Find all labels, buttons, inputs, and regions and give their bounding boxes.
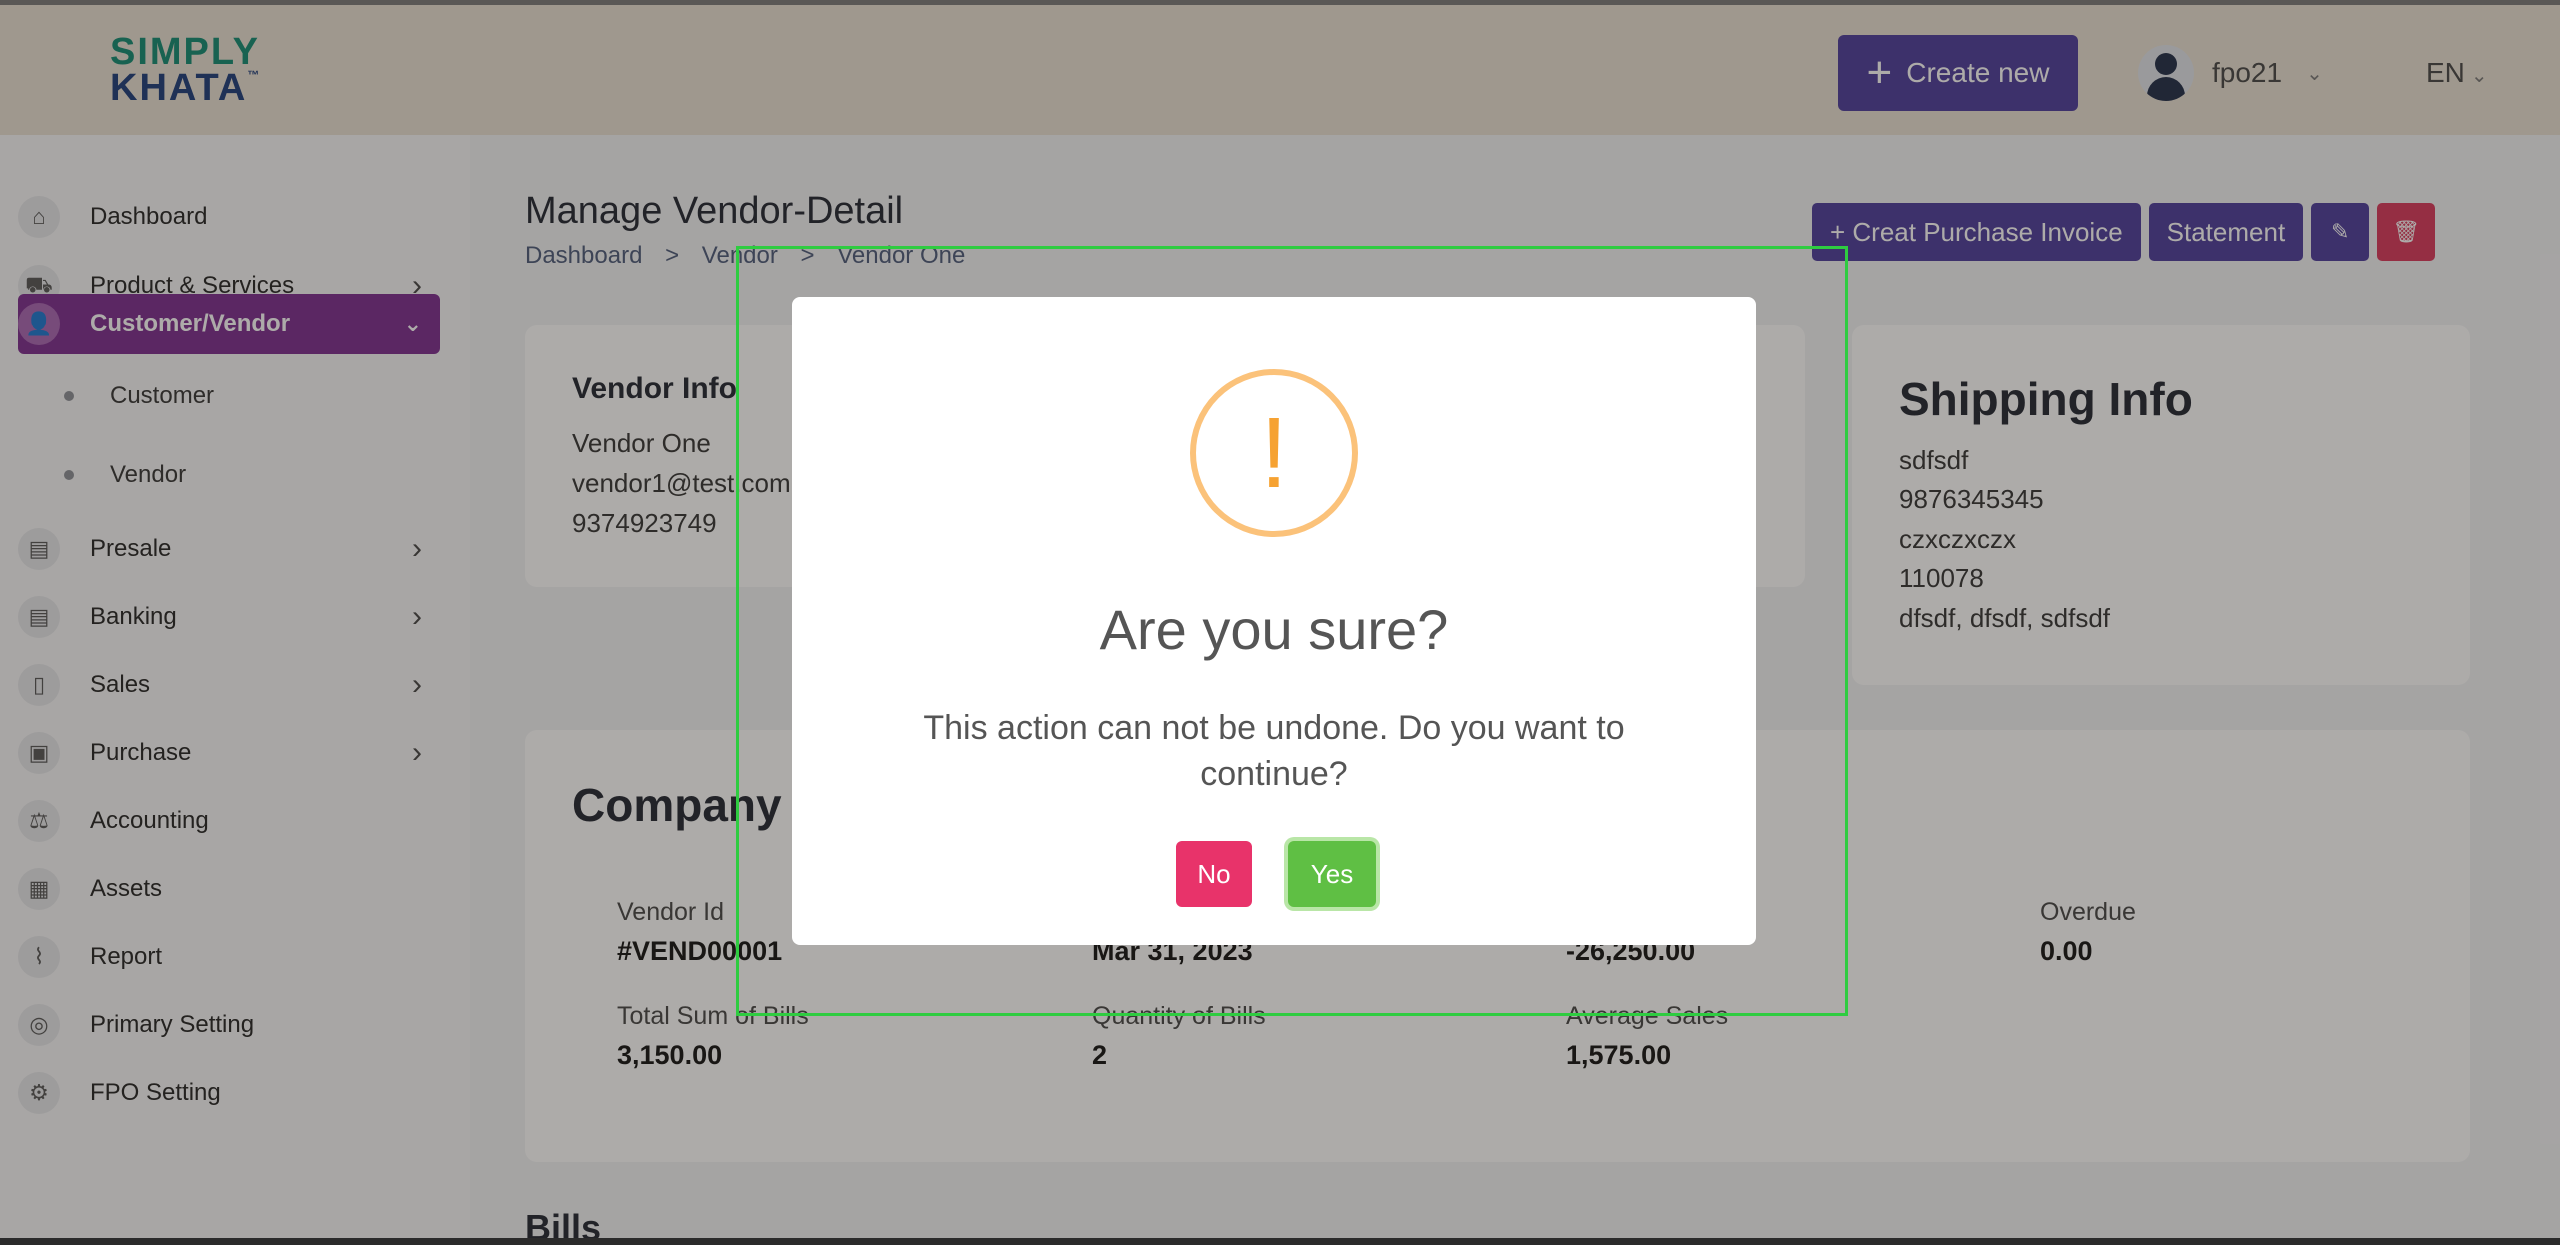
bottom-bar bbox=[0, 1238, 2560, 1245]
highlight-box bbox=[736, 246, 1848, 1016]
